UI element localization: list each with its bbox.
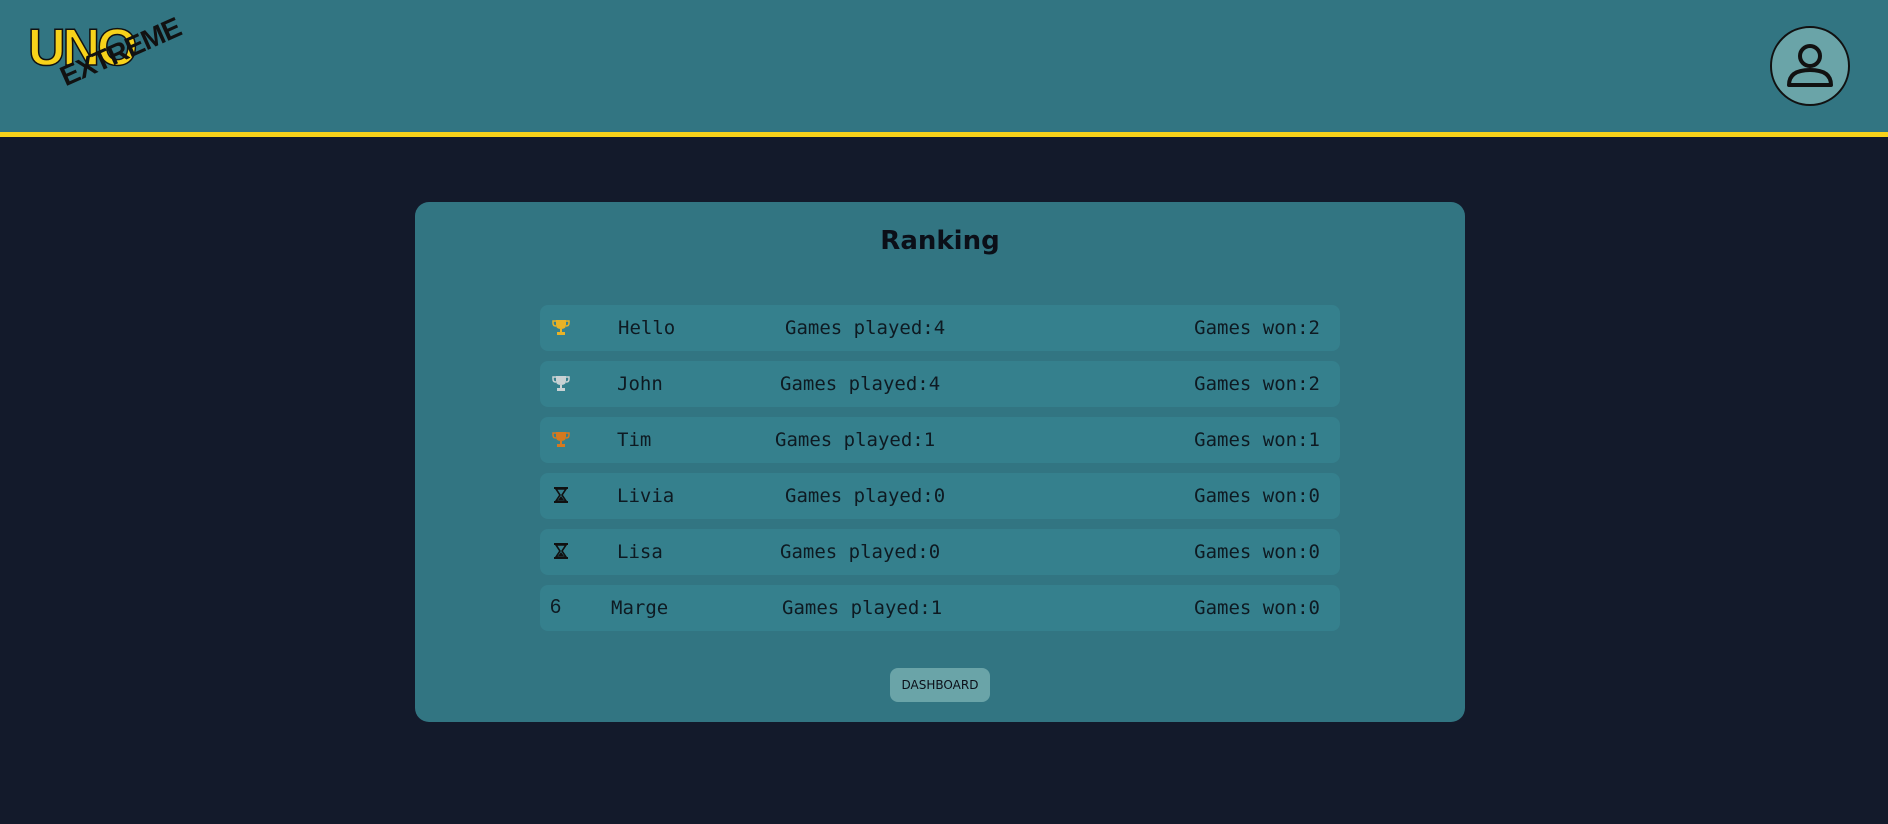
ranking-row: Tim Games played:1 Games won:1 xyxy=(540,417,1340,463)
games-won: Games won:0 xyxy=(1194,541,1320,563)
ranking-row: 6 Marge Games played:1 Games won:0 xyxy=(540,585,1340,631)
trophy-bronze-icon xyxy=(550,428,572,450)
ranking-row: Hello Games played:4 Games won:2 xyxy=(540,305,1340,351)
top-bar: UNO EXTREME xyxy=(0,0,1888,137)
games-won: Games won:1 xyxy=(1194,429,1320,451)
dashboard-button[interactable]: DASHBOARD xyxy=(890,668,990,702)
uno-extreme-logo[interactable]: UNO EXTREME xyxy=(27,11,208,120)
ranking-row: Lisa Games played:0 Games won:0 xyxy=(540,529,1340,575)
trophy-gold-icon xyxy=(550,316,572,338)
player-name: Livia xyxy=(617,485,675,507)
games-played: Games played:4 xyxy=(785,317,946,339)
page-title: Ranking xyxy=(880,226,1000,256)
hourglass-icon xyxy=(550,540,572,562)
player-name: Tim xyxy=(617,429,652,451)
games-won: Games won:2 xyxy=(1194,373,1320,395)
player-name: Lisa xyxy=(617,541,663,563)
games-played: Games played:0 xyxy=(780,541,941,563)
hourglass-icon xyxy=(550,484,572,506)
user-profile-icon xyxy=(1787,44,1833,87)
player-name: Hello xyxy=(618,317,676,339)
games-won: Games won:2 xyxy=(1194,317,1320,339)
trophy-silver-icon xyxy=(550,372,572,394)
ranking-row: John Games played:4 Games won:2 xyxy=(540,361,1340,407)
player-name: Marge xyxy=(611,597,669,619)
games-played: Games played:0 xyxy=(785,485,946,507)
games-won: Games won:0 xyxy=(1194,597,1320,619)
games-played: Games played:1 xyxy=(775,429,936,451)
rank-number: 6 xyxy=(550,595,562,618)
player-name: John xyxy=(617,373,663,395)
user-profile-button[interactable] xyxy=(1770,26,1850,106)
ranking-row: Livia Games played:0 Games won:0 xyxy=(540,473,1340,519)
games-played: Games played:1 xyxy=(782,597,943,619)
ranking-list: Hello Games played:4 Games won:2 John Ga… xyxy=(540,305,1340,641)
games-won: Games won:0 xyxy=(1194,485,1320,507)
games-played: Games played:4 xyxy=(780,373,941,395)
ranking-card: Ranking Hello Games played:4 Games won:2 xyxy=(415,202,1465,722)
